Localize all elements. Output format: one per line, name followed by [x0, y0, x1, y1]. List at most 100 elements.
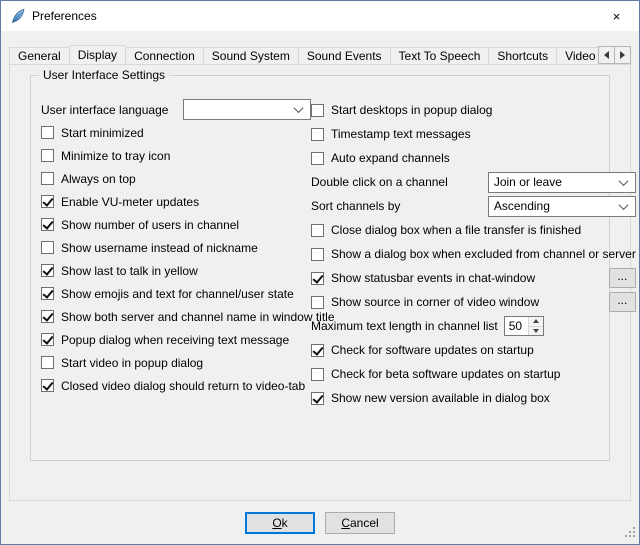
checkbox-label: Enable VU-meter updates	[61, 195, 199, 209]
checkbox-row[interactable]: Timestamp text messages	[311, 122, 636, 146]
checkbox-label: Show a dialog box when excluded from cha…	[331, 247, 636, 261]
checkbox[interactable]	[41, 218, 54, 231]
tab-label: Text To Speech	[399, 49, 481, 63]
spin-down-button[interactable]	[529, 327, 543, 336]
checkbox[interactable]	[41, 287, 54, 300]
tab[interactable]: Sound Events	[298, 47, 391, 64]
checkbox-label: Show emojis and text for channel/user st…	[61, 287, 294, 301]
checkbox[interactable]	[41, 379, 54, 392]
right-checkbox-list-bottom: Check for software updates on startup Ch…	[311, 338, 636, 410]
statusbar-events-row: Show statusbar events in chat-window ...	[311, 266, 636, 290]
max-text-length-spinbox[interactable]: 50	[504, 316, 544, 336]
checkbox-row[interactable]: Check for beta software updates on start…	[311, 362, 636, 386]
double-click-row: Double click on a channel Join or leave	[311, 170, 636, 194]
checkbox[interactable]	[311, 344, 324, 357]
close-button[interactable]: ×	[594, 2, 639, 31]
checkbox[interactable]	[311, 128, 324, 141]
checkbox-row[interactable]: Start video in popup dialog	[41, 351, 311, 374]
checkbox-row[interactable]: Enable VU-meter updates	[41, 190, 311, 213]
video-source-row: Show source in corner of video window ..…	[311, 290, 636, 314]
checkbox-row[interactable]: Close dialog box when a file transfer is…	[311, 218, 636, 242]
tab[interactable]: Shortcuts	[488, 47, 557, 64]
cancel-button[interactable]: Cancel	[325, 512, 395, 534]
right-checkbox-list-top: Start desktops in popup dialog Timestamp…	[311, 98, 636, 170]
checkbox-row[interactable]: Auto expand channels	[311, 146, 636, 170]
checkbox-row[interactable]: Show emojis and text for channel/user st…	[41, 282, 311, 305]
checkbox[interactable]	[41, 333, 54, 346]
spinner-buttons	[528, 317, 543, 335]
checkbox[interactable]	[41, 149, 54, 162]
checkbox-label: Start video in popup dialog	[61, 356, 203, 370]
checkbox-row[interactable]: Show new version available in dialog box	[311, 386, 636, 410]
statusbar-events-label: Show statusbar events in chat-window	[331, 271, 535, 285]
tab-label: Video	[565, 49, 595, 63]
ok-button[interactable]: Ok	[245, 512, 315, 534]
checkbox-row[interactable]: Minimize to tray icon	[41, 144, 311, 167]
checkbox-row[interactable]: Show last to talk in yellow	[41, 259, 311, 282]
checkbox[interactable]	[311, 152, 324, 165]
checkbox[interactable]	[41, 126, 54, 139]
checkbox-row[interactable]: Always on top	[41, 167, 311, 190]
checkbox[interactable]	[41, 264, 54, 277]
spin-up-button[interactable]	[529, 317, 543, 327]
video-source-more-button[interactable]: ...	[609, 292, 636, 312]
tab[interactable]: Connection	[125, 47, 204, 64]
checkbox[interactable]	[311, 224, 324, 237]
checkbox[interactable]	[311, 392, 324, 405]
checkbox-label: Popup dialog when receiving text message	[61, 333, 289, 347]
tab[interactable]: General	[9, 47, 70, 64]
checkbox[interactable]	[41, 195, 54, 208]
max-text-length-label: Maximum text length in channel list	[311, 319, 498, 333]
left-column: User interface language Start minimized …	[41, 98, 311, 410]
checkbox-row[interactable]: Show number of users in channel	[41, 213, 311, 236]
checkbox-row[interactable]: Closed video dialog should return to vid…	[41, 374, 311, 397]
checkbox[interactable]	[41, 356, 54, 369]
checkbox-row[interactable]: Show both server and channel name in win…	[41, 305, 311, 328]
max-text-length-row: Maximum text length in channel list 50	[311, 314, 636, 338]
tab[interactable]: Sound System	[203, 47, 299, 64]
checkbox-label: Show new version available in dialog box	[331, 391, 550, 405]
checkbox-label: Show both server and channel name in win…	[61, 310, 335, 324]
language-row: User interface language	[41, 98, 311, 121]
tab-label: Sound System	[212, 49, 290, 63]
display-tab-panel: User Interface Settings User interface l…	[9, 64, 631, 501]
sort-channels-combobox[interactable]: Ascending	[488, 196, 636, 217]
group-title: User Interface Settings	[39, 68, 169, 82]
title-bar[interactable]: Preferences ×	[1, 1, 639, 31]
checkbox-label: Auto expand channels	[331, 151, 450, 165]
checkbox-label: Start desktops in popup dialog	[331, 103, 492, 117]
checkbox-label: Check for software updates on startup	[331, 343, 534, 357]
sort-channels-row: Sort channels by Ascending	[311, 194, 636, 218]
checkbox-label: Start minimized	[61, 126, 144, 140]
checkbox-row[interactable]: Start desktops in popup dialog	[311, 98, 636, 122]
max-text-length-value: 50	[505, 317, 528, 335]
language-combobox[interactable]	[183, 99, 311, 120]
statusbar-events-checkbox[interactable]	[311, 272, 324, 285]
checkbox-row[interactable]: Popup dialog when receiving text message	[41, 328, 311, 351]
video-source-label: Show source in corner of video window	[331, 295, 539, 309]
spin-up-icon	[533, 319, 539, 323]
video-source-checkbox[interactable]	[311, 296, 324, 309]
tab[interactable]: Text To Speech	[390, 47, 490, 64]
checkbox-row[interactable]: Show a dialog box when excluded from cha…	[311, 242, 636, 266]
window-title: Preferences	[32, 9, 594, 23]
checkbox[interactable]	[311, 368, 324, 381]
checkbox[interactable]	[41, 172, 54, 185]
checkbox[interactable]	[41, 241, 54, 254]
checkbox-label: Close dialog box when a file transfer is…	[331, 223, 581, 237]
tab-scroll-left-button[interactable]	[598, 46, 615, 64]
checkbox-row[interactable]: Check for software updates on startup	[311, 338, 636, 362]
statusbar-events-more-button[interactable]: ...	[609, 268, 636, 288]
double-click-combobox[interactable]: Join or leave	[488, 172, 636, 193]
checkbox-row[interactable]: Show username instead of nickname	[41, 236, 311, 259]
checkbox[interactable]	[311, 248, 324, 261]
checkbox[interactable]	[41, 310, 54, 323]
tab-scroll-right-button[interactable]	[614, 46, 631, 64]
checkbox-label: Minimize to tray icon	[61, 149, 170, 163]
tab-label: General	[18, 49, 61, 63]
checkbox-row[interactable]: Start minimized	[41, 121, 311, 144]
checkbox[interactable]	[311, 104, 324, 117]
tab[interactable]: Display	[69, 45, 126, 64]
chevron-down-icon	[618, 200, 628, 210]
resize-grip[interactable]	[624, 526, 637, 542]
